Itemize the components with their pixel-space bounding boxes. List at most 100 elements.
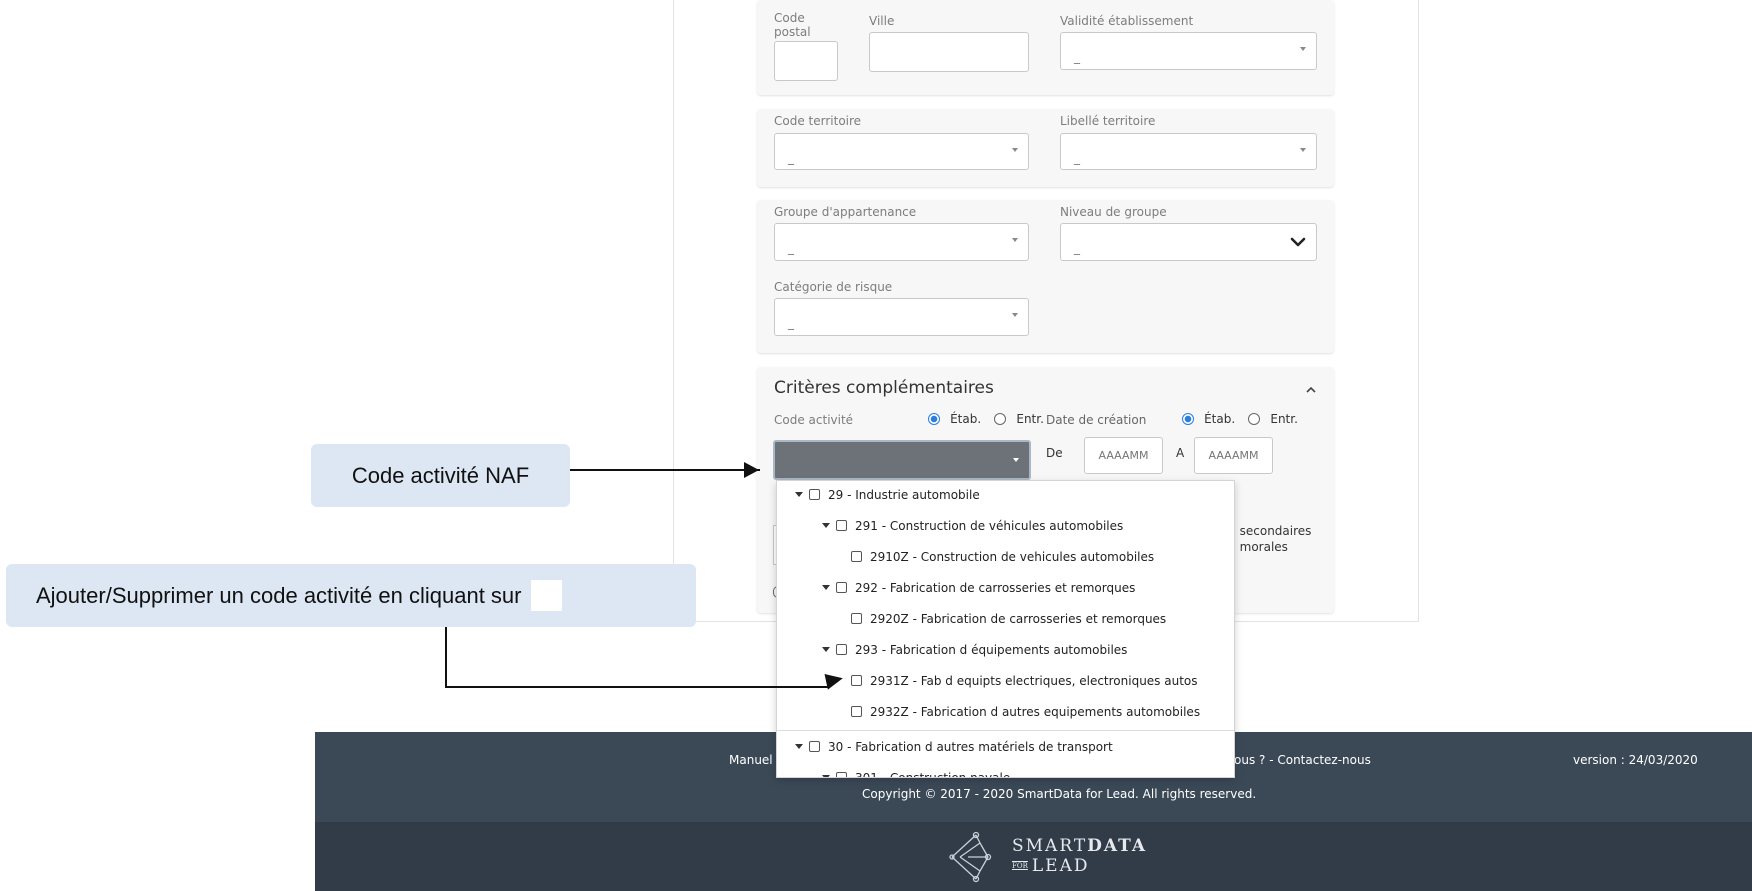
niveau-select[interactable]: _ — [1060, 223, 1317, 261]
radio-entr-activite[interactable] — [994, 413, 1007, 425]
arrow-line-add-vertical — [445, 627, 447, 688]
tree-checkbox[interactable] — [836, 772, 847, 777]
chevron-down-icon — [1290, 237, 1306, 247]
tree-checkbox[interactable] — [836, 644, 847, 655]
groupe-label: Groupe d'appartenance — [774, 205, 917, 219]
expand-caret-icon[interactable] — [822, 647, 830, 652]
smartdata-logo-icon — [949, 831, 992, 883]
tree-item-label: 2932Z - Fabrication d autres equipements… — [870, 705, 1201, 719]
callout-add-remove-text: Ajouter/Supprimer un code activité en cl… — [36, 582, 522, 608]
footer-contact-link[interactable]: ous ? - Contactez-nous — [1234, 753, 1371, 767]
arrowhead-naf — [744, 462, 759, 478]
caret-down-icon — [1012, 313, 1018, 317]
caret-down-icon — [1300, 148, 1306, 152]
radio-etab-date[interactable] — [1182, 413, 1194, 425]
callout-code-activite-naf: Code activité NAF — [311, 444, 570, 507]
logo-word-smart: SMART — [1012, 836, 1088, 856]
groupe-select[interactable]: _ — [774, 223, 1029, 261]
naf-tree-item[interactable]: 29 - Industrie automobile — [795, 488, 980, 502]
code-territoire-label: Code territoire — [774, 114, 862, 128]
tree-item-label: 2920Z - Fabrication de carrosseries et r… — [870, 612, 1167, 626]
tree-checkbox[interactable] — [851, 551, 862, 562]
footer-copyright: Copyright © 2017 - 2020 SmartData for Le… — [862, 787, 1257, 801]
tree-item-label: 292 - Fabrication de carrosseries et rem… — [855, 581, 1136, 595]
expand-caret-icon[interactable] — [795, 492, 803, 497]
naf-tree-item[interactable]: 291 - Construction de véhicules automobi… — [822, 519, 1123, 533]
naf-tree-item[interactable]: 30 - Fabrication d autres matériels de t… — [795, 740, 1113, 754]
libelle-territoire-select[interactable]: _ — [1060, 133, 1317, 170]
validite-value: _ — [1074, 50, 1080, 64]
tree-item-label: 293 - Fabrication d équipements automobi… — [855, 643, 1128, 657]
naf-tree-item[interactable]: 2920Z - Fabrication de carrosseries et r… — [851, 612, 1166, 626]
naf-tree-item[interactable]: 2932Z - Fabrication d autres equipements… — [851, 705, 1200, 719]
date-to-input[interactable] — [1194, 437, 1273, 474]
categorie-value: _ — [788, 316, 794, 330]
categorie-label: Catégorie de risque — [774, 280, 893, 294]
niveau-value: _ — [1074, 241, 1080, 255]
date-creation-scope-radios: Étab. Entr. — [1182, 408, 1298, 427]
code-territoire-select[interactable]: _ — [774, 133, 1029, 170]
tree-item-label: 30 - Fabrication d autres matériels de t… — [828, 740, 1113, 754]
naf-tree-item[interactable]: 2910Z - Construction de vehicules automo… — [851, 550, 1154, 564]
tree-item-label: 2910Z - Construction de vehicules automo… — [870, 550, 1155, 564]
footer-version: version : 24/03/2020 — [1573, 753, 1698, 767]
tree-checkbox[interactable] — [851, 675, 862, 686]
tree-checkbox[interactable] — [836, 582, 847, 593]
checkbox-sample-icon — [531, 580, 563, 611]
tree-item-label: 29 - Industrie automobile — [828, 488, 980, 502]
validite-label: Validité établissement — [1060, 14, 1194, 28]
tree-checkbox[interactable] — [809, 741, 820, 752]
a-label: A — [1176, 446, 1185, 460]
expand-caret-icon[interactable] — [795, 744, 803, 749]
radio-etab-label: Étab. — [950, 412, 982, 426]
libelle-territoire-label: Libellé territoire — [1060, 114, 1156, 128]
categorie-select[interactable]: _ — [774, 298, 1029, 336]
tree-item-label: 301 - Construction navale — [855, 771, 1011, 778]
expand-caret-icon[interactable] — [822, 523, 830, 528]
logo-word-for: FOR — [1012, 862, 1028, 870]
radio-etab-activite[interactable] — [928, 413, 940, 425]
naf-tree-item[interactable]: 301 - Construction navale — [822, 771, 1011, 778]
code-activite-label: Code activité — [774, 413, 854, 427]
niveau-label: Niveau de groupe — [1060, 205, 1167, 219]
caret-down-icon — [1012, 238, 1018, 242]
code-postal-label: Code postal — [774, 11, 811, 39]
partial-text-morales: . morales — [1232, 540, 1288, 554]
arrow-line-add-horizontal — [445, 686, 830, 688]
tree-checkbox[interactable] — [809, 489, 820, 500]
footer-manuel-link[interactable]: Manuel — [729, 753, 773, 767]
partial-text-secondaires: . secondaires — [1232, 524, 1312, 538]
radio-entr-label: Entr. — [1270, 412, 1298, 426]
callout-add-remove: Ajouter/Supprimer un code activité en cl… — [6, 564, 696, 627]
criteres-title: Critères complémentaires — [774, 378, 994, 398]
caret-down-icon — [1012, 148, 1018, 152]
validite-select[interactable]: _ — [1060, 32, 1317, 70]
logo-word-lead: LEAD — [1031, 856, 1090, 876]
arrow-line-naf — [570, 469, 760, 471]
ville-label: Ville — [869, 14, 895, 28]
tree-item-label: 291 - Construction de véhicules automobi… — [855, 519, 1124, 533]
expand-caret-icon[interactable] — [822, 585, 830, 590]
chevron-up-icon[interactable] — [1304, 383, 1318, 397]
code-postal-input[interactable] — [774, 41, 838, 81]
code-activite-select[interactable] — [773, 440, 1031, 480]
naf-tree-dropdown[interactable]: 29 - Industrie automobile 291 - Construct… — [776, 480, 1235, 778]
ville-input[interactable] — [869, 32, 1029, 72]
caret-down-icon — [1300, 47, 1306, 51]
tree-checkbox[interactable] — [851, 613, 862, 624]
date-creation-label: Date de création — [1046, 413, 1147, 427]
tree-separator — [777, 730, 1234, 731]
date-from-input[interactable] — [1084, 437, 1163, 474]
code-activite-scope-radios: Étab. Entr. — [928, 408, 1044, 427]
tree-checkbox[interactable] — [851, 706, 862, 717]
tree-checkbox[interactable] — [836, 520, 847, 531]
radio-entr-date[interactable] — [1248, 413, 1261, 425]
naf-tree-item[interactable]: 2931Z - Fab d equipts electriques, elect… — [851, 674, 1198, 688]
caret-down-icon — [1013, 458, 1019, 462]
expand-caret-icon[interactable] — [822, 775, 830, 777]
radio-etab-label: Étab. — [1204, 412, 1236, 426]
naf-tree-item[interactable]: 292 - Fabrication de carrosseries et rem… — [822, 581, 1135, 595]
naf-tree-item[interactable]: 293 - Fabrication d équipements automobi… — [822, 643, 1127, 657]
groupe-value: _ — [788, 241, 794, 255]
code-territoire-value: _ — [788, 151, 794, 165]
